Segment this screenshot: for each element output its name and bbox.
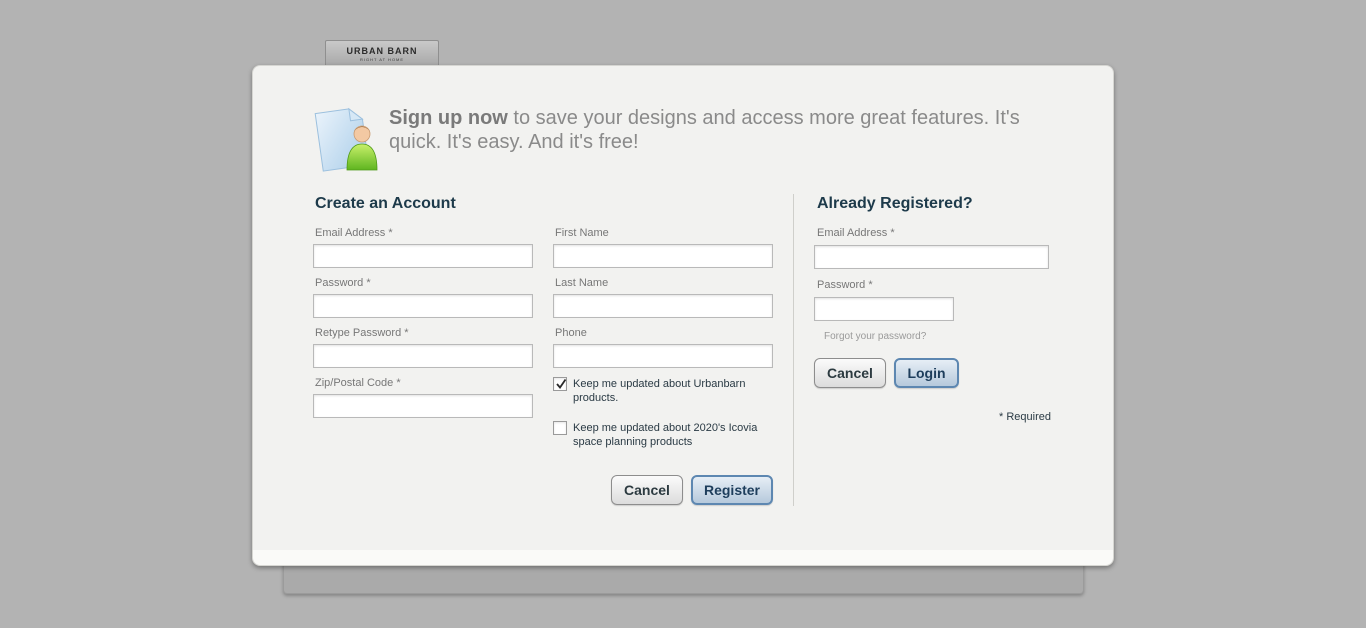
last-name-input[interactable] (553, 294, 773, 318)
zip-input[interactable] (313, 394, 533, 418)
column-divider (793, 194, 794, 506)
urbanbarn-updates-checkbox[interactable] (553, 377, 567, 391)
new-user-document-icon (314, 107, 378, 172)
login-cancel-button[interactable]: Cancel (814, 358, 886, 388)
login-button[interactable]: Login (894, 358, 959, 388)
retype-password-input[interactable] (313, 344, 533, 368)
checkmark-icon (556, 378, 567, 389)
dialog-footer (253, 550, 1113, 565)
required-note: * Required (999, 411, 1051, 423)
signup-email-label: Email Address * (315, 227, 393, 239)
icovia-updates-checkbox[interactable] (553, 421, 567, 435)
create-account-title: Create an Account (315, 195, 456, 212)
brand-logo: URBAN BARN RIGHT AT HOME (325, 40, 439, 65)
zip-label: Zip/Postal Code * (315, 377, 401, 389)
first-name-input[interactable] (553, 244, 773, 268)
retype-password-label: Retype Password * (315, 327, 409, 339)
forgot-password-link[interactable]: Forgot your password? (824, 331, 926, 342)
signup-cancel-button[interactable]: Cancel (611, 475, 683, 505)
phone-input[interactable] (553, 344, 773, 368)
login-email-input[interactable] (814, 245, 1049, 269)
promo-message: Sign up now to save your designs and acc… (389, 106, 1049, 154)
signup-password-label: Password * (315, 277, 371, 289)
brand-name: URBAN BARN (346, 46, 418, 56)
brand-tagline: RIGHT AT HOME (359, 57, 405, 62)
icovia-updates-label: Keep me updated about 2020's Icovia spac… (573, 422, 758, 448)
login-password-input[interactable] (814, 297, 954, 321)
login-title: Already Registered? (817, 195, 973, 212)
login-password-label: Password * (817, 279, 873, 291)
last-name-label: Last Name (555, 277, 609, 289)
signup-dialog: Sign up now to save your designs and acc… (252, 65, 1114, 566)
phone-label: Phone (555, 327, 587, 339)
login-email-label: Email Address * (817, 227, 895, 239)
first-name-label: First Name (555, 227, 609, 239)
promo-bold: Sign up now (389, 107, 508, 129)
urbanbarn-updates-label: Keep me updated about Urbanbarn products… (573, 378, 746, 404)
signup-email-input[interactable] (313, 244, 533, 268)
signup-password-input[interactable] (313, 294, 533, 318)
register-button[interactable]: Register (691, 475, 773, 505)
